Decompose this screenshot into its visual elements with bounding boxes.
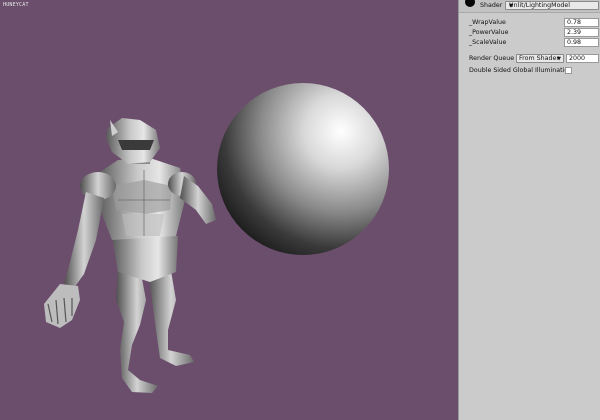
double-sided-gi-checkbox[interactable] (565, 67, 572, 74)
shader-row: Shader Unlit/LightingModel ▼ (459, 0, 600, 13)
scale-value-field[interactable]: 0.98 (564, 38, 599, 47)
wrap-value-field[interactable]: 0.78 (564, 18, 599, 27)
material-preview-icon (465, 0, 475, 7)
render-queue-value: 2000 (569, 55, 586, 62)
property-value: 0.78 (567, 19, 582, 26)
shader-label: Shader (480, 2, 503, 9)
chevron-down-icon: ▼ (557, 56, 561, 62)
power-value-field[interactable]: 2.39 (564, 28, 599, 37)
watermark: HUNEYCAT (3, 2, 29, 8)
material-inspector: Shader Unlit/LightingModel ▼ _WrapValue … (458, 0, 600, 420)
property-value: 0.98 (567, 39, 582, 46)
chevron-down-icon: ▼ (509, 3, 513, 9)
property-label: _PowerValue (469, 29, 509, 36)
render-queue-mode: From Shader (519, 55, 559, 62)
character-model[interactable] (44, 118, 216, 393)
render-queue-label: Render Queue (469, 55, 515, 62)
property-power-value: _PowerValue 2.39 (469, 28, 599, 37)
render-queue-dropdown[interactable]: From Shader ▼ (516, 54, 564, 63)
scene-viewport[interactable]: HUNEYCAT (0, 0, 458, 420)
double-sided-gi-row: Double Sided Global Illumination (469, 66, 599, 75)
property-scale-value: _ScaleValue 0.98 (469, 38, 599, 47)
render-queue-row: Render Queue From Shader ▼ 2000 (469, 54, 599, 64)
property-value: 2.39 (567, 29, 582, 36)
property-label: _WrapValue (469, 19, 506, 26)
property-label: _ScaleValue (469, 39, 507, 46)
render-queue-field[interactable]: 2000 (566, 54, 599, 63)
double-sided-gi-label: Double Sided Global Illumination (469, 67, 573, 74)
scene-render (44, 83, 389, 393)
property-wrap-value: _WrapValue 0.78 (469, 18, 599, 27)
lit-sphere[interactable] (217, 83, 389, 255)
shader-dropdown[interactable]: Unlit/LightingModel ▼ (505, 1, 599, 10)
